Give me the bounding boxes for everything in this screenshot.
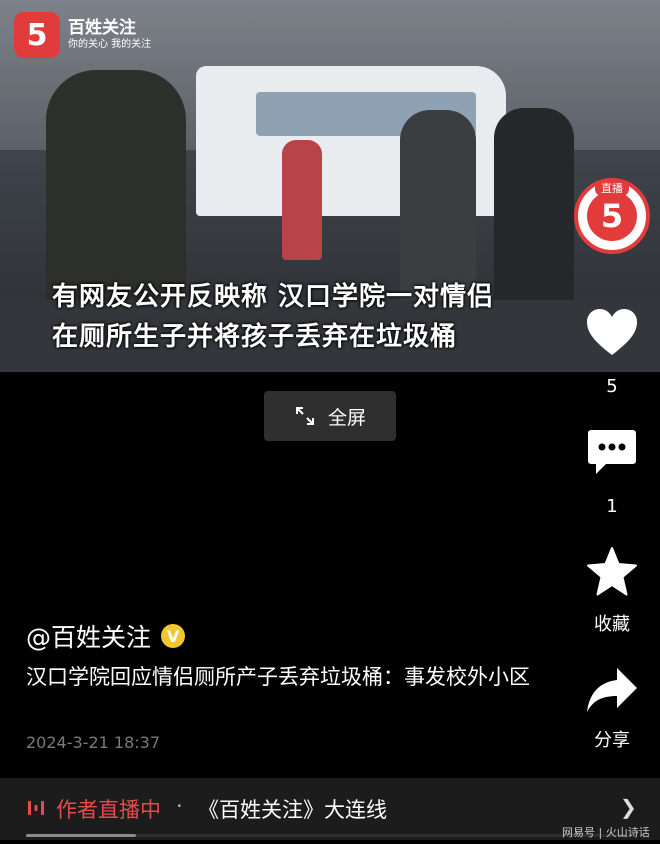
- author-live-banner[interactable]: 作者直播中 · 《百姓关注》大连线 ❯: [0, 778, 660, 840]
- post-date: 2024-3-21 18:37: [26, 733, 160, 752]
- fullscreen-button[interactable]: 全屏: [264, 391, 396, 441]
- share-arrow-icon: [587, 668, 637, 712]
- watermark: 网易号 | 火山诗话: [562, 826, 650, 839]
- favorite-button[interactable]: 收藏: [574, 546, 650, 636]
- chevron-right-icon[interactable]: ❯: [620, 795, 637, 819]
- share-label: 分享: [594, 730, 630, 751]
- video-caption-line-2: 在厕所生子并将孩子丢弃在垃圾桶: [52, 322, 458, 352]
- author-handle[interactable]: @百姓关注 V: [26, 618, 186, 654]
- progress-fill: [26, 834, 136, 837]
- fullscreen-label: 全屏: [327, 406, 366, 429]
- heart-icon: [587, 309, 637, 355]
- verified-badge-icon: V: [161, 624, 186, 648]
- like-count: 5: [606, 376, 618, 397]
- live-badge-label: 直播: [595, 180, 629, 196]
- logo-mark-icon: 5: [14, 12, 60, 58]
- crowd-person-red: [282, 140, 322, 260]
- logo-name: 百姓关注: [68, 18, 136, 38]
- post-description: 汉口学院回应情侣厕所产子丢弃垃圾桶：事发校外小区: [26, 665, 530, 689]
- channel-logo: 5 百姓关注 你的关心 我的关注: [14, 12, 151, 58]
- like-button[interactable]: 5: [574, 308, 650, 397]
- comment-icon: [588, 430, 636, 474]
- share-button[interactable]: 分享: [574, 666, 650, 752]
- expand-icon: [295, 407, 314, 425]
- video-caption-line-1: 有网友公开反映称 汉口学院一对情侣: [52, 282, 495, 312]
- author-name[interactable]: @百姓关注: [26, 618, 151, 654]
- live-separator: ·: [176, 794, 183, 818]
- video-player[interactable]: 5 百姓关注 你的关心 我的关注 直播 5 有网友公开反映称 汉口学院一对情侣 …: [0, 0, 660, 372]
- star-icon: [587, 547, 637, 596]
- live-avatar-badge[interactable]: 直播 5: [574, 178, 650, 254]
- live-title: 《百姓关注》大连线: [198, 798, 387, 822]
- comment-count: 1: [606, 496, 618, 517]
- live-status: 作者直播中: [56, 798, 161, 822]
- live-wave-icon: [28, 801, 44, 815]
- favorite-label: 收藏: [594, 614, 630, 635]
- comment-button[interactable]: 1: [574, 428, 650, 517]
- logo-slogan: 你的关心 我的关注: [68, 39, 152, 50]
- live-badge-mark-icon: 5: [587, 191, 637, 241]
